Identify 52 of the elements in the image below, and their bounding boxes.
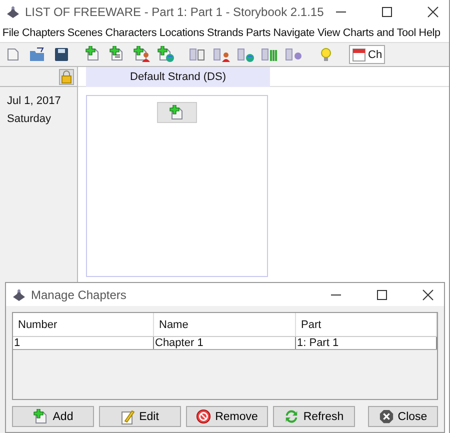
close-button[interactable]: Close — [368, 406, 438, 427]
menu-item[interactable]: Navigate — [272, 27, 316, 39]
book-list-icon[interactable] — [189, 46, 207, 63]
menu-item[interactable]: File — [1, 27, 21, 39]
column-header[interactable]: Number — [13, 313, 154, 336]
maximize-icon[interactable] — [381, 6, 393, 18]
book-stripes-icon[interactable] — [261, 46, 279, 63]
refresh-button[interactable]: Refresh — [273, 406, 355, 427]
book-target-icon[interactable] — [285, 46, 303, 63]
pencil-icon — [121, 408, 136, 424]
table-cell: 1 — [13, 337, 154, 349]
close-icon[interactable] — [427, 6, 439, 18]
save-icon[interactable] — [53, 46, 71, 63]
close-icon — [378, 409, 394, 424]
add-scene-button[interactable] — [157, 102, 197, 123]
book-globe-icon[interactable] — [237, 46, 255, 63]
folder-icon[interactable] — [29, 46, 47, 63]
menu-item[interactable]: Chapters — [20, 27, 66, 39]
add-globe-icon[interactable] — [157, 46, 175, 63]
weekday-label: Saturday — [7, 113, 52, 125]
app-icon — [6, 5, 20, 19]
menu-item[interactable]: Charts and Tool — [341, 27, 418, 39]
add-button[interactable]: Add — [12, 406, 94, 427]
menu-item[interactable]: Characters — [104, 27, 158, 39]
close-icon[interactable] — [422, 288, 434, 300]
refresh-icon — [284, 409, 300, 424]
lock-icon[interactable] — [59, 68, 74, 84]
prohibited-icon — [196, 409, 212, 424]
add-page-icon — [32, 408, 49, 424]
edit-button[interactable]: Edit — [99, 406, 181, 427]
dialog-title: Manage Chapters — [31, 288, 128, 302]
menu-item[interactable]: View — [316, 27, 342, 39]
table-cell: Chapter 1 — [154, 337, 296, 349]
date-label: Jul 1, 2017 — [7, 95, 62, 107]
window-title: LIST OF FREEWARE - Part 1: Part 1 - Storybook 2.1.15 — [25, 5, 325, 19]
view-dropdown[interactable]: Ch — [349, 45, 386, 64]
menu-item[interactable]: Scenes — [66, 27, 104, 39]
menu-item[interactable]: Parts — [244, 27, 272, 39]
add-person-icon[interactable] — [133, 46, 151, 63]
menu-item[interactable]: Locations — [158, 27, 206, 39]
menu-item[interactable]: Strands — [206, 27, 245, 39]
menu-item[interactable]: Help — [417, 27, 442, 39]
book-person-icon[interactable] — [213, 46, 231, 63]
maximize-icon[interactable] — [376, 288, 388, 300]
remove-button[interactable]: Remove — [186, 406, 268, 427]
app-icon — [12, 288, 26, 302]
calendar-icon — [352, 48, 366, 62]
column-header[interactable]: Name — [154, 313, 296, 336]
strand-header: Default Strand (DS) — [86, 67, 270, 87]
column-header[interactable]: Part — [296, 313, 437, 336]
add-page-icon — [169, 104, 185, 120]
table-cell: 1: Part 1 — [296, 337, 437, 349]
